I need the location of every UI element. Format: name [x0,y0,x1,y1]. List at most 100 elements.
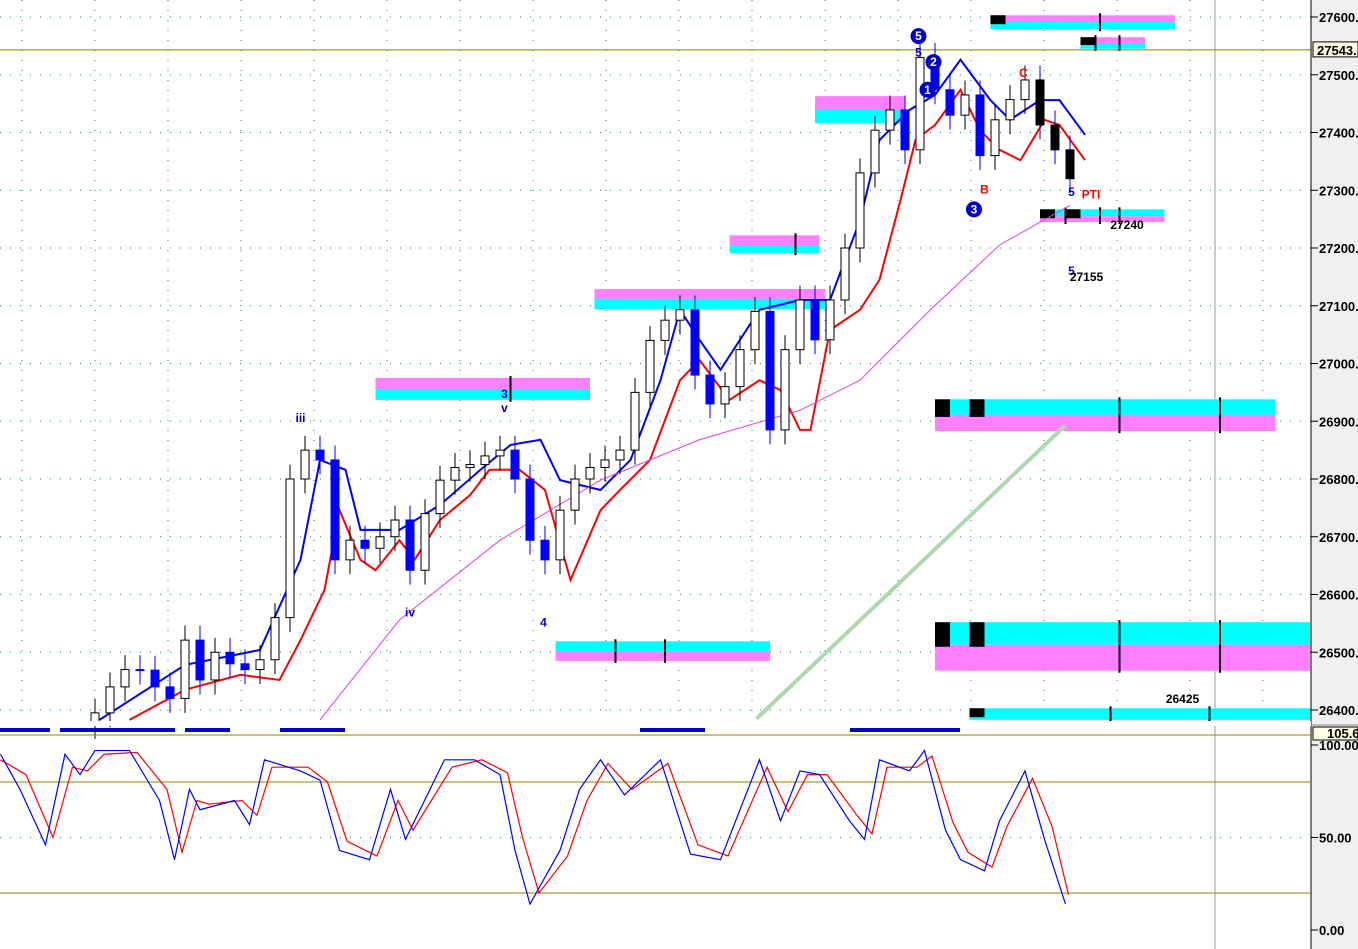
candle [630,391,640,451]
axis-tick-label: 26800. [1319,472,1358,487]
candle [285,478,295,619]
pane-gap [0,721,1311,726]
candle [960,94,970,116]
wave-label: 3 [501,387,508,401]
zone-bottom [1040,216,1165,223]
zone-block [969,622,985,647]
candle [645,339,655,393]
candle [435,479,445,515]
candle [540,539,550,561]
candle [300,449,310,480]
candle [990,119,1000,157]
zone-top [375,377,590,389]
candle [1065,149,1075,180]
candle [210,651,220,681]
zone-block [935,622,950,647]
candle [615,449,625,461]
zone-top [594,289,826,299]
price-chart[interactable]: iii3viv455213BC5 PTI2724052715526425 2760… [0,0,1358,949]
candle [390,519,400,538]
zone-block [990,15,1006,25]
zone-block [935,399,950,417]
candle [270,617,280,661]
axis-tick-label: 27400. [1319,126,1358,141]
candle [585,466,595,480]
candle [600,459,610,468]
candle [165,686,175,699]
candle [405,519,415,571]
candle [945,89,955,116]
candle [810,299,820,341]
axis-tick-label: 26500. [1319,645,1358,660]
osc-tick-label: 50.00 [1319,831,1352,846]
axis-tick-label: 27300. [1319,183,1358,198]
candle [330,459,340,561]
candle [825,299,835,341]
chart-background [0,0,1358,949]
candle [120,669,130,688]
candle [525,478,535,541]
zone-top [1040,209,1165,217]
zone-top [969,708,1310,716]
zone-top [815,96,905,110]
wave-label: iv [405,605,415,619]
zone-bottom [969,715,1310,720]
osc-tick-label: 0.00 [1319,923,1344,938]
wave-label: 27155 [1070,270,1104,284]
zone-bottom [990,22,1175,30]
candle [315,449,325,461]
zone-top [935,399,1276,415]
wave-label: 2 [930,55,937,69]
zone-top [729,235,820,246]
axis-tick-label: 26600. [1319,588,1358,603]
candle [255,659,265,671]
candle [885,109,895,131]
zone-block [969,708,985,718]
candle [870,129,880,174]
chart-window: iii 3 v iv 4 5 5 2 1 3 B C 5 PTI 27240 5 27155 26425 2760… [0,0,1358,949]
candle [705,374,715,405]
candle [1035,79,1045,126]
axis-tick-label: 27100. [1319,299,1358,314]
wave-label: 3 [971,202,978,216]
wave-label: 26425 [1166,692,1200,706]
candle [345,539,355,561]
candle [240,663,250,671]
wave-label: 4 [540,615,547,629]
candle [105,686,115,714]
candle [720,386,730,405]
wave-label: 5 [915,29,922,43]
wave-label: C [1019,66,1028,80]
candle [225,651,235,665]
wave-label: iii [295,411,305,425]
candle [855,172,865,249]
axis-tick-label: 27600. [1319,10,1358,25]
zone-block [969,399,985,417]
candle [780,349,790,431]
zone-bottom [729,245,820,254]
candle [195,639,205,681]
candle [735,349,745,388]
wave-label: B [980,183,989,197]
candle [180,639,190,699]
candle [900,109,910,151]
candle [555,509,565,561]
wave-label: 5 [915,45,922,59]
signal-bar [185,728,230,732]
candle [480,455,490,466]
candle [765,311,775,431]
candle [795,299,805,351]
signal-bar [640,728,705,732]
wave-label: PTI [1082,187,1101,201]
zone-bottom [555,651,770,661]
zone-bottom [375,388,590,400]
last-price-label: 27543. [1317,43,1357,58]
candle [660,319,670,341]
signal-bar [60,728,175,732]
candle [675,309,685,321]
candle [510,449,520,480]
candle [570,478,580,511]
candle [750,311,760,351]
candle [420,513,430,571]
axis-tick-label: 27500. [1319,68,1358,83]
